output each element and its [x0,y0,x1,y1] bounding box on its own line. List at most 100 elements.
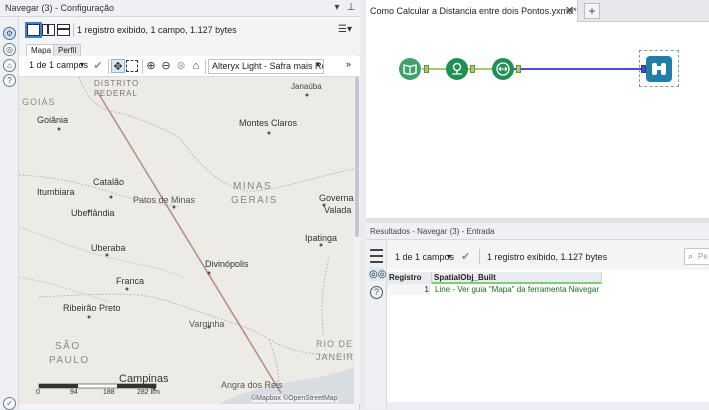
results-grid: Registro SpatialObj_Built 1 Line - Ver g… [387,270,709,409]
help-icon[interactable]: ? [370,286,383,299]
connection-line [514,68,641,70]
map-label: Ribeirão Preto [63,303,121,313]
workflow-canvas[interactable] [366,22,709,218]
scale-label: 94 [70,389,78,396]
scale-label: 0 [36,389,40,396]
properties-icon[interactable]: ◎ [3,43,16,56]
pan-icon[interactable]: ✥ [111,59,125,73]
input-data-tool[interactable] [399,58,421,80]
map-label: Uberaba [91,243,126,253]
tab-perfil[interactable]: Perfil [53,44,82,56]
map-label: Campinas [119,373,169,385]
separator [73,23,74,37]
workflow-tab-label: Como Calcular a Distancia entre dois Pon… [370,6,577,16]
check-circle-icon[interactable]: ✓ [3,397,16,410]
help-icon[interactable]: ? [3,74,16,87]
map-scrollbar[interactable] [354,77,360,404]
scale-label: 282 km [137,389,160,396]
results-toolbar: 1 de 1 campos ▾ ✔ 1 registro exibido, 1.… [387,240,709,270]
horizontal-scrollbar[interactable] [387,402,709,409]
tab-mapa[interactable]: Mapa [26,44,57,56]
map-label: GERAIS [231,195,278,206]
overflow-icon[interactable]: » [346,59,351,69]
pin-icon[interactable]: ⊥ [345,2,357,14]
config-title: Navegar (3) - Configuração [5,3,115,13]
binoculars-icon[interactable]: ◎◎ [369,268,386,281]
home-icon[interactable]: ⌂ [189,59,203,73]
create-points-tool[interactable] [446,58,468,80]
column-header[interactable]: Registro [387,272,432,284]
map-label: RIO DE [316,339,354,349]
results-title-bar: Resultados - Navegar (3) - Entrada [366,223,709,240]
horizontal-split-layout-button[interactable] [57,24,70,36]
row-number: 1 [387,284,430,295]
single-layout-button[interactable] [25,22,42,38]
scale-label: 188 [103,389,115,396]
map-label: PAULO [49,355,90,366]
distance-tool[interactable] [492,58,514,80]
menu-icon[interactable]: ☰▾ [337,24,353,37]
output-anchor[interactable] [424,65,429,73]
select-icon[interactable] [126,60,138,72]
close-icon[interactable]: ✕ [565,4,574,17]
map-label: Patos de Minas [133,195,196,205]
zoom-out-icon[interactable]: ⊖ [159,59,173,73]
map-pin-icon [452,62,462,75]
map-label: SÃO [55,341,81,352]
map-label: JANEIRO [316,352,354,362]
gear-icon[interactable]: ⚙ [3,27,16,40]
chevron-down-icon: ▾ [316,60,321,69]
basemap-select[interactable]: Alteryx Light - Safra mais Rece [208,59,324,74]
results-side-toolbar: ◎◎ ? [366,240,387,409]
list-icon[interactable] [370,249,383,263]
new-tab-button[interactable]: + [584,3,600,19]
map-label: Montes Claros [239,118,298,128]
zoom-in-icon[interactable]: ⊕ [144,59,158,73]
tag-icon[interactable]: ⌂ [3,59,16,72]
table-cell[interactable]: Line - Ver guia "Mapa" da ferramenta Nav… [435,284,605,295]
map-attribution: ©Mapbox ©OpenStreetMap [251,395,338,402]
map-label: MINAS [233,181,273,192]
map-label: Janaúba [291,82,322,91]
check-icon[interactable]: ✔ [91,59,105,73]
field-select[interactable]: 1 de 1 campos [395,252,454,262]
map-label: Franca [116,276,145,286]
binoculars-icon [652,63,666,75]
map-label: Goiânia [37,115,69,125]
map-label: Angra dos Reis [221,380,283,390]
config-title-bar: Navegar (3) - Configuração ▾ ⊥ [0,0,360,17]
map-label: Divinópolis [205,259,249,269]
output-anchor[interactable] [516,65,521,73]
check-icon[interactable]: ✔ [461,250,470,263]
map-label: DISTRITO [94,79,140,88]
map-label: Ipatinga [305,233,338,243]
config-toolbar: 1 registro exibido, 1 campo, 1.127 bytes… [19,17,360,56]
map-label: Itumbiara [37,187,75,197]
map-label: FEDERAL [94,89,138,98]
map-label: GOIÁS [22,97,56,107]
search-icon: ⌕ [688,251,694,261]
book-icon [403,64,417,76]
map-label: Catalão [93,177,125,187]
zoom-selection-icon[interactable]: ⊛ [174,59,188,73]
route-line [96,90,282,394]
map-view[interactable]: DISTRITO FEDERAL GOIÁS Goiânia Janaúba M… [19,77,354,404]
map-label: Uberlândia [71,208,115,218]
browse-tool[interactable] [646,56,672,82]
config-side-toolbar: ⚙ ◎ ⌂ ? ✓ [0,17,19,410]
workflow-tab-bar: Como Calcular a Distancia entre dois Pon… [366,0,709,22]
distance-icon [496,62,510,76]
map-toolbar: 1 de 1 campos ▾ ✔ ✥ ⊕ ⊖ ⊛ ⌂ Alteryx Ligh… [19,56,360,77]
map-label: Varginha [189,319,225,329]
map-label: Valada [324,205,352,215]
dropdown-icon[interactable]: ▾ [331,2,343,14]
column-header[interactable]: SpatialObj_Built [432,272,602,284]
chevron-down-icon[interactable]: ▾ [447,252,451,261]
record-info: 1 registro exibido, 1.127 bytes [487,252,608,262]
vertical-split-layout-button[interactable] [42,24,55,36]
chevron-down-icon[interactable]: ▾ [80,60,84,69]
search-input[interactable]: ⌕ Pe [684,248,709,265]
output-anchor[interactable] [470,65,475,73]
workflow-tab[interactable]: Como Calcular a Distancia entre dois Pon… [366,0,578,22]
map-label: Governa [319,193,354,203]
